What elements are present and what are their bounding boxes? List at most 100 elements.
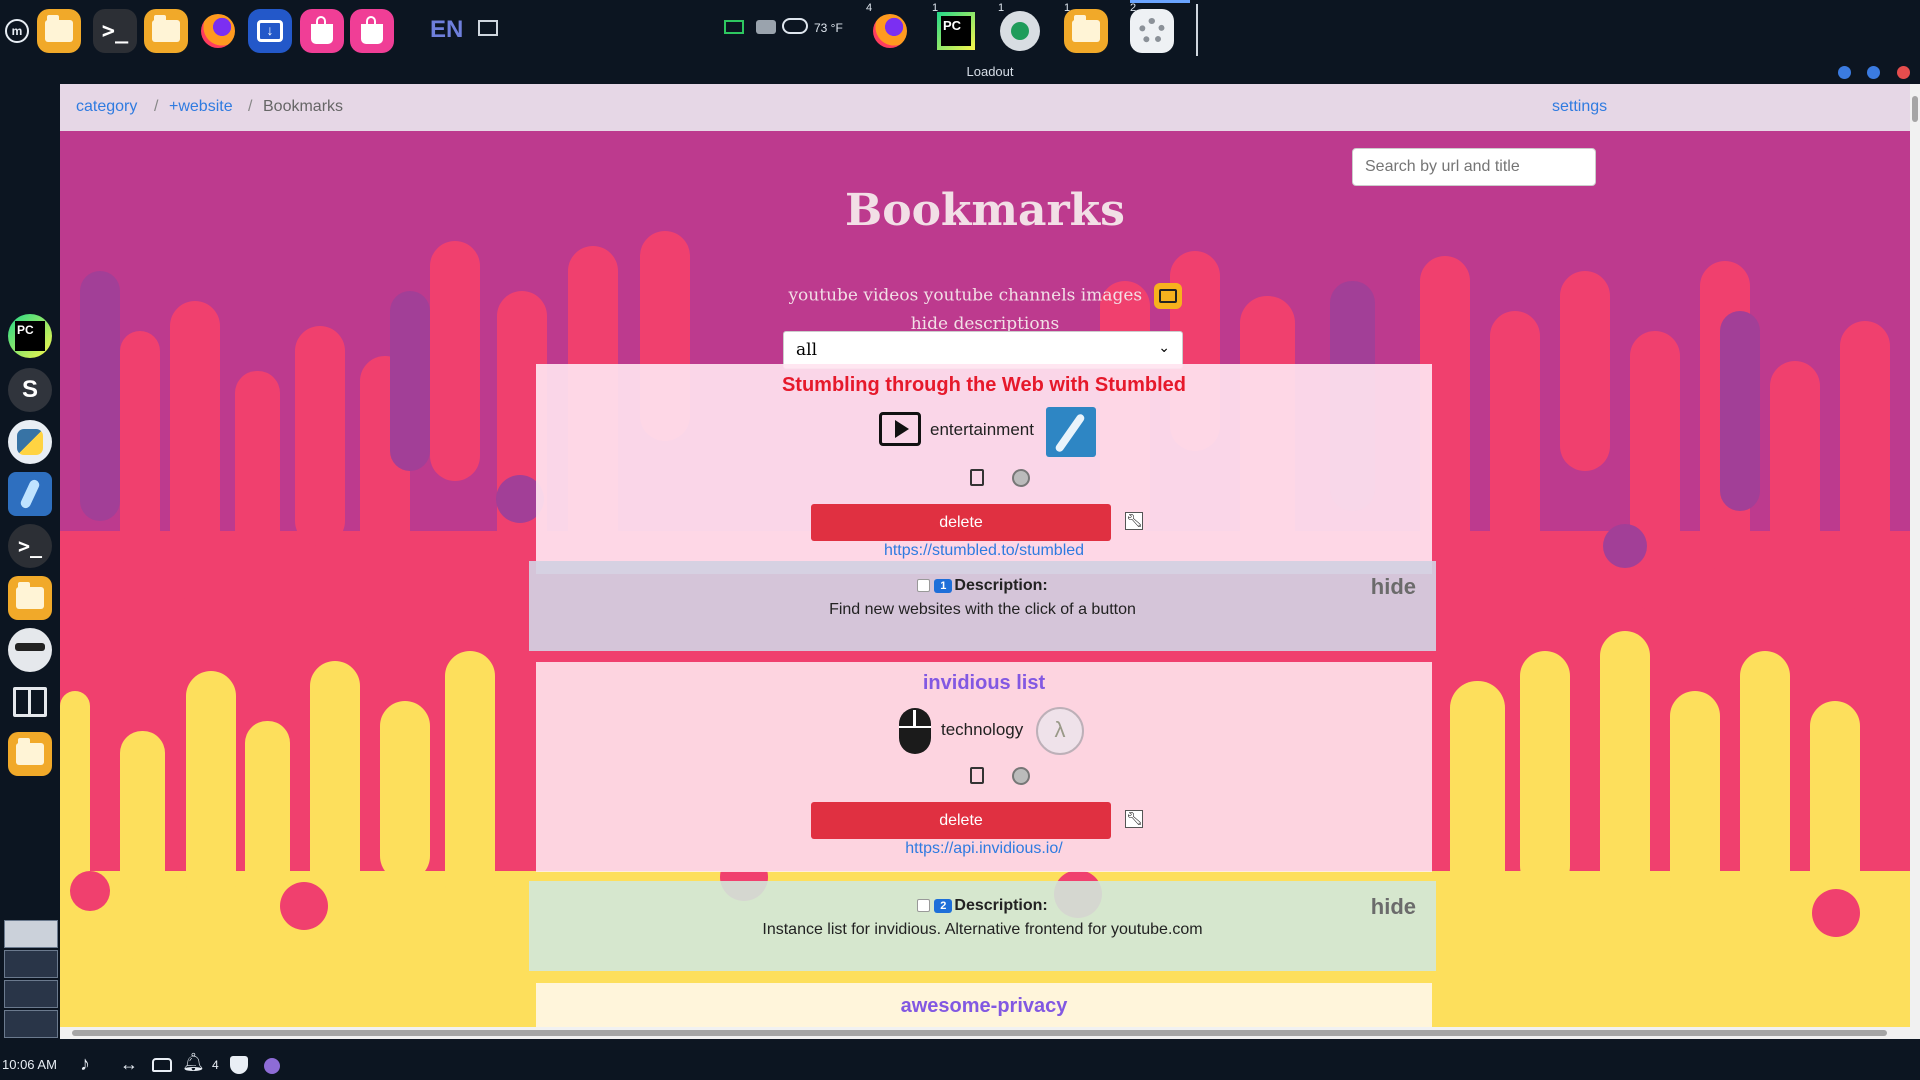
bookmarks-page: Bookmarks youtube videos youtube channel…	[60, 131, 1910, 1027]
clipboard-icon[interactable]	[970, 767, 984, 784]
python-icon[interactable]	[8, 420, 52, 464]
language-indicator[interactable]: EN	[430, 16, 463, 44]
category-label[interactable]: technology	[941, 720, 1023, 740]
skype-icon[interactable]: S	[8, 368, 52, 412]
filter-links-text[interactable]: youtube videos youtube channels images	[788, 286, 1142, 306]
folder-icon[interactable]	[8, 576, 52, 620]
description-text: Instance list for invidious. Alternative…	[762, 921, 1203, 938]
software-store-icon[interactable]	[350, 9, 394, 53]
bookmark-title[interactable]: awesome-privacy	[536, 995, 1432, 1018]
archive-icon[interactable]	[1012, 469, 1030, 487]
category-select-value: all	[796, 340, 818, 360]
screen-recorder-icon[interactable]	[998, 9, 1042, 53]
left-dock: PC S >_	[0, 60, 60, 1050]
bell-icon[interactable]: 🔔︎	[182, 1052, 205, 1073]
page-title: Bookmarks	[845, 185, 1125, 236]
description-label: Description:	[954, 897, 1048, 914]
archive-icon[interactable]	[1012, 767, 1030, 785]
description-label: Description:	[954, 577, 1048, 594]
filter-links: youtube videos youtube channels images	[60, 283, 1910, 309]
workspace-4[interactable]	[4, 1010, 58, 1038]
bookmark-card: awesome-privacy	[536, 983, 1432, 1027]
close-button[interactable]	[1897, 66, 1910, 79]
pycharm-icon[interactable]: PC	[934, 9, 978, 53]
breadcrumb-separator: /	[154, 98, 159, 115]
window-switch-icon[interactable]	[478, 20, 498, 36]
bookmark-title[interactable]: Stumbling through the Web with Stumbled	[536, 374, 1432, 397]
list-icon[interactable]	[1153, 283, 1182, 309]
bookmark-url-link[interactable]: https://stumbled.to/stumbled	[536, 542, 1432, 560]
pycharm-icon[interactable]: PC	[8, 314, 52, 358]
settings-icon[interactable]	[1130, 9, 1174, 53]
description-checkbox[interactable]	[917, 579, 931, 593]
shield-icon[interactable]	[230, 1056, 248, 1074]
mouse-icon[interactable]	[899, 708, 931, 754]
firefox-icon[interactable]	[868, 9, 912, 53]
horizontal-scrollbar[interactable]	[60, 1027, 1920, 1039]
panel-divider	[1196, 4, 1198, 56]
bookmark-url-link[interactable]: https://api.invidious.io/	[536, 840, 1432, 858]
terminal-icon[interactable]: >_	[93, 9, 137, 53]
vertical-scrollbar[interactable]	[1910, 84, 1920, 1027]
file-manager-icon[interactable]	[37, 9, 81, 53]
drive-icon[interactable]	[152, 1058, 172, 1072]
weather-text[interactable]: 73 °F	[814, 21, 843, 35]
downloader-icon[interactable]: ↓	[248, 9, 292, 53]
network-arrows-icon[interactable]: ↔	[120, 1054, 138, 1075]
settings-link[interactable]: settings	[1552, 98, 1607, 116]
wrench-icon[interactable]: 🔧︎	[1125, 810, 1143, 828]
top-panel: m >_ ↓ EN 73 °F 4 1 PC 1 1 2	[0, 0, 1920, 60]
sunglasses-face-icon[interactable]	[8, 628, 52, 672]
breadcrumb-separator: /	[248, 98, 253, 115]
workspace-1[interactable]	[4, 920, 58, 948]
breadcrumb-category-link[interactable]: category	[76, 98, 137, 116]
breadcrumb: category / +website / Bookmarks settings	[60, 84, 1910, 131]
breadcrumb-add-website-link[interactable]: +website	[169, 98, 233, 116]
hide-description-button[interactable]: hide	[1371, 574, 1416, 600]
description-text: Find new websites with the click of a bu…	[829, 601, 1136, 618]
maximize-button[interactable]	[1867, 66, 1880, 79]
delete-button[interactable]: delete	[811, 802, 1111, 839]
browser-viewport: category / +website / Bookmarks settings	[60, 84, 1920, 1050]
description-panel: 1 Description: Find new websites with the…	[529, 561, 1436, 651]
scrollbar-thumb[interactable]	[1912, 96, 1918, 122]
workspace-3[interactable]	[4, 980, 58, 1008]
description-checkbox[interactable]	[917, 899, 931, 913]
workspace-2[interactable]	[4, 950, 58, 978]
cloud-icon[interactable]	[782, 18, 808, 34]
hide-description-button[interactable]: hide	[1371, 894, 1416, 920]
folder-icon[interactable]	[1064, 9, 1108, 53]
category-label[interactable]: entertainment	[930, 420, 1034, 440]
folder-icon[interactable]	[8, 732, 52, 776]
record-icon[interactable]	[756, 20, 776, 34]
notification-count: 4	[212, 1058, 219, 1072]
monitor-icon[interactable]	[724, 20, 744, 34]
update-dot-icon[interactable]	[264, 1058, 280, 1074]
clipboard-icon[interactable]	[970, 469, 984, 486]
feather-icon[interactable]	[8, 472, 52, 516]
terminal-icon[interactable]: >_	[8, 524, 52, 568]
files-icon[interactable]	[144, 9, 188, 53]
description-number: 1	[934, 578, 953, 593]
breadcrumb-current: Bookmarks	[263, 98, 344, 115]
clock[interactable]: 10:06 AM	[2, 1057, 57, 1072]
mint-menu-icon[interactable]: m	[0, 9, 34, 53]
minimize-button[interactable]	[1838, 66, 1851, 79]
website-thumbnail-icon[interactable]: λ	[1036, 707, 1084, 755]
music-note-icon[interactable]: ♪	[80, 1053, 90, 1076]
tv-play-icon[interactable]	[879, 412, 921, 446]
book-icon[interactable]	[8, 680, 52, 724]
active-window-indicator	[1130, 0, 1190, 3]
bookmark-title[interactable]: invidious list	[536, 672, 1432, 695]
description-header: 2 Description:	[529, 897, 1436, 915]
bookmark-card: Stumbling through the Web with Stumbled …	[536, 364, 1432, 574]
delete-button[interactable]: delete	[811, 504, 1111, 541]
firefox-icon[interactable]	[196, 9, 240, 53]
chevron-down-icon: ⌄	[1158, 340, 1170, 356]
search-input[interactable]	[1352, 148, 1596, 186]
scrollbar-thumb[interactable]	[72, 1030, 1887, 1036]
description-header: 1 Description:	[529, 577, 1436, 595]
software-store-icon[interactable]	[300, 9, 344, 53]
wrench-icon[interactable]: 🔧︎	[1125, 512, 1143, 530]
website-thumbnail-icon[interactable]	[1046, 407, 1096, 457]
